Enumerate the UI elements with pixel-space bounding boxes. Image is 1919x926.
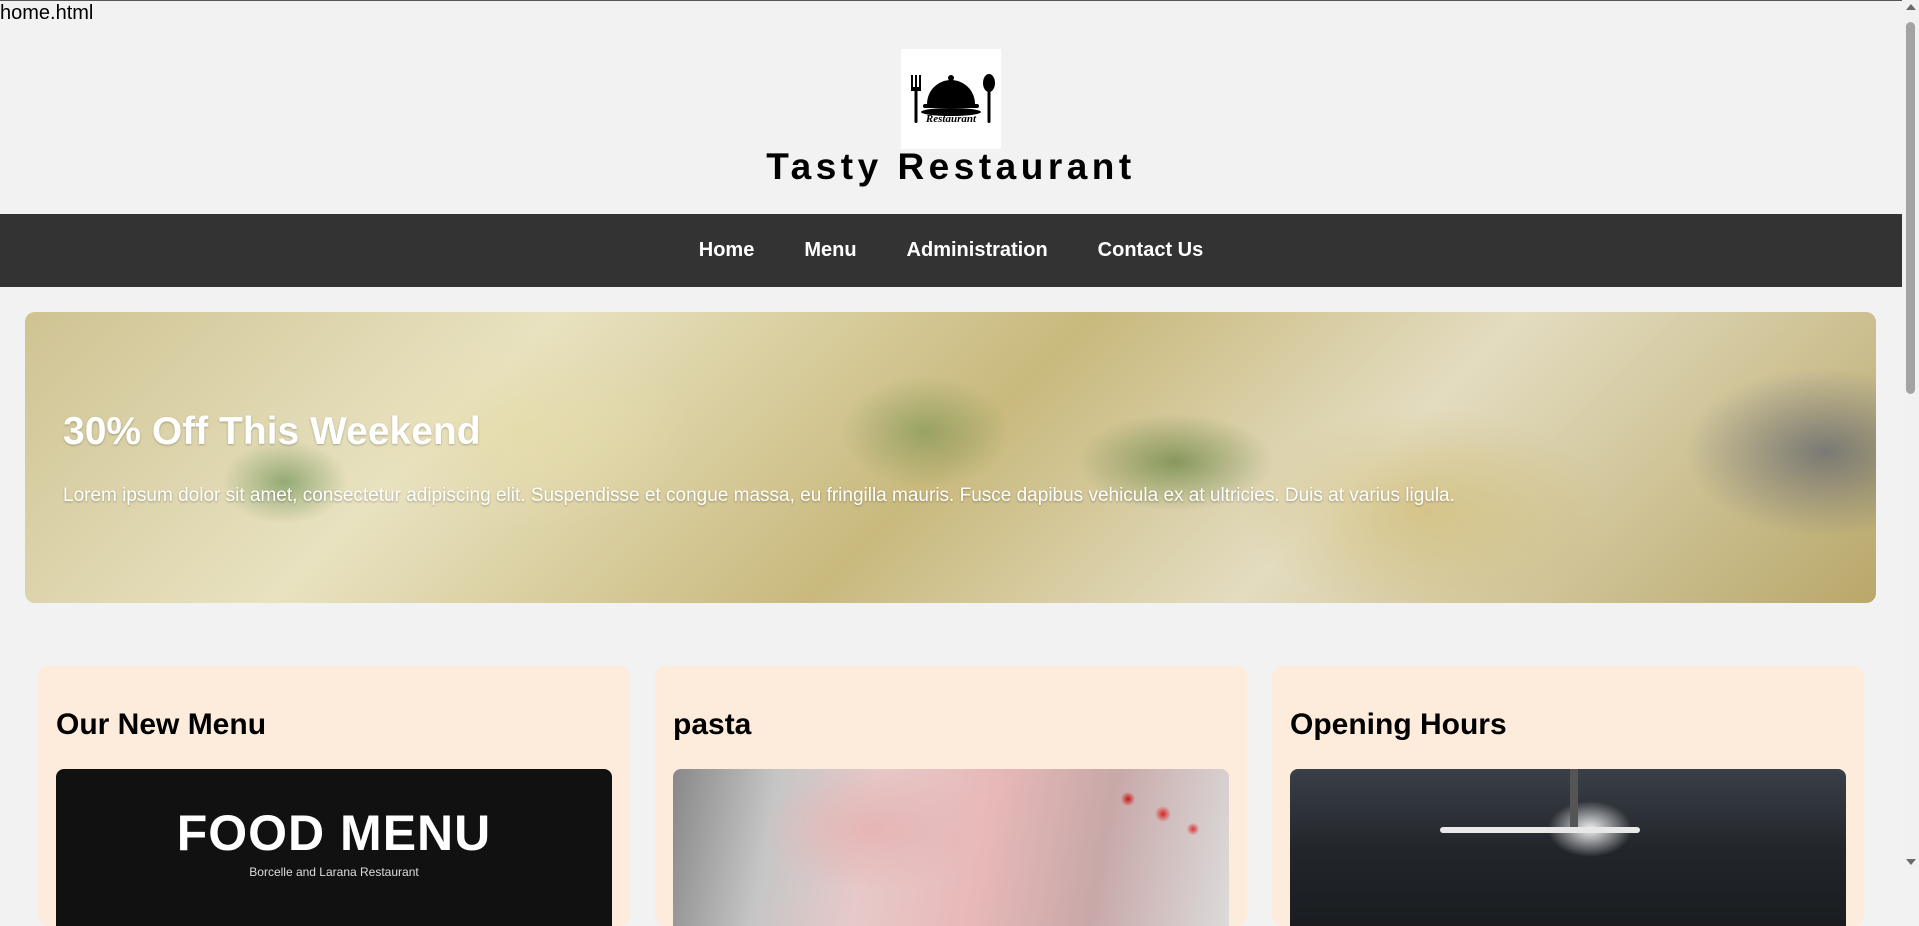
kitchen-pipe — [1570, 769, 1578, 829]
card-new-menu: Our New Menu FOOD MENU Borcelle and Lara… — [38, 666, 630, 926]
food-menu-image-heading: FOOD MENU — [176, 805, 492, 861]
card-title: Our New Menu — [56, 708, 267, 741]
food-menu-image: FOOD MENU Borcelle and Larana Restaurant — [56, 769, 612, 926]
site-title: Tasty Restaurant — [766, 146, 1136, 187]
card-pasta: pasta — [655, 666, 1247, 926]
nav-contact-link[interactable]: Contact Us — [1073, 239, 1229, 262]
card-title: pasta — [673, 708, 752, 741]
nav-home-link[interactable]: Home — [674, 239, 780, 262]
scrollbar-thumb[interactable] — [1906, 22, 1915, 394]
kitchen-lamp — [1440, 827, 1640, 833]
main-navbar: Home Menu Administration Contact Us — [0, 214, 1902, 287]
nav-administration-link[interactable]: Administration — [882, 239, 1073, 262]
kitchen-chef-image — [1290, 769, 1846, 926]
promo-banner: 30% Off This Weekend Lorem ipsum dolor s… — [25, 312, 1876, 603]
restaurant-logo[interactable]: Restaurant — [901, 49, 1001, 149]
logo-text: Restaurant — [925, 113, 977, 125]
cloche-cutlery-icon — [911, 74, 995, 123]
promo-text: Lorem ipsum dolor sit amet, consectetur … — [63, 485, 1455, 506]
vertical-scrollbar[interactable] — [1902, 0, 1919, 869]
scroll-down-arrow-icon[interactable] — [1906, 859, 1916, 865]
card-opening-hours: Opening Hours — [1272, 666, 1864, 926]
pasta-image — [673, 769, 1229, 926]
scroll-up-arrow-icon[interactable] — [1906, 4, 1916, 10]
promo-title: 30% Off This Weekend — [63, 410, 481, 453]
nav-menu-link[interactable]: Menu — [779, 239, 881, 262]
site-header: Restaurant Tasty Restaurant — [0, 0, 1902, 214]
food-menu-image-subtext: Borcelle and Larana Restaurant — [249, 865, 419, 879]
card-title: Opening Hours — [1290, 708, 1507, 741]
